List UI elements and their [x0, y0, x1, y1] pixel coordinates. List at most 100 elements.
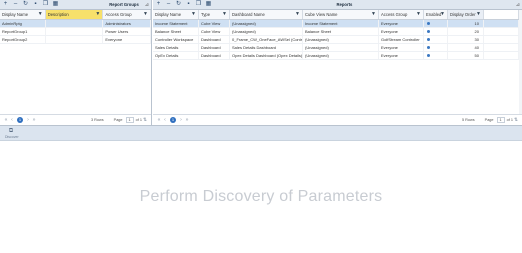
cell-enabled[interactable] [424, 36, 448, 43]
last-page-icon[interactable]: » [31, 117, 37, 123]
cell[interactable]: ReportGroup1 [0, 28, 46, 35]
refresh-icon[interactable]: ↻ [175, 1, 182, 8]
cell-dashboard-name[interactable]: (Unassigned) [230, 28, 303, 35]
cell-cube-view-name[interactable]: Income Statement [303, 20, 379, 27]
refresh-icon[interactable]: ↻ [22, 1, 29, 8]
column-header-dashboard-name[interactable]: Dashboard Name ▼ [230, 10, 303, 19]
column-header-access-group[interactable]: Access Group ▼ [379, 10, 424, 19]
column-header-enabled[interactable]: Enabled ▼ [424, 10, 448, 19]
cell[interactable]: ReportGroup2 [0, 36, 46, 43]
cell[interactable] [46, 20, 104, 27]
table-row[interactable]: ReportGroup2 Everyone [0, 36, 151, 44]
filter-icon[interactable]: ▼ [222, 10, 227, 19]
cell-access-group[interactable]: Everyone [379, 20, 424, 27]
page-input[interactable]: 1 [125, 116, 134, 123]
save-icon[interactable]: ▪ [185, 1, 192, 8]
cell-enabled[interactable] [424, 52, 448, 59]
cell-cube-view-name[interactable]: (Unassigned) [303, 36, 379, 43]
column-header-cube-view-name[interactable]: Cube View Name ▼ [303, 10, 379, 19]
cell-enabled[interactable] [424, 44, 448, 51]
column-header-type[interactable]: Type ▼ [199, 10, 230, 19]
copy-icon[interactable]: ❐ [42, 1, 49, 8]
add-icon[interactable]: + [2, 1, 9, 8]
filter-icon[interactable]: ▼ [295, 10, 300, 19]
cell-type[interactable]: Dashboard [199, 44, 230, 51]
last-page-icon[interactable]: » [184, 117, 190, 123]
cell-type[interactable]: Cube View [199, 28, 230, 35]
save-icon[interactable]: ▪ [32, 1, 39, 8]
cell-dashboard-name[interactable]: Sales Details Dashboard [230, 44, 303, 51]
cell-dashboard-name[interactable]: 0_Frame_CW_OneFace_AWSel (Contr) [230, 36, 303, 43]
table-row[interactable]: AdminRptg Administrators [0, 20, 151, 28]
column-header-display-order[interactable]: Display Order ▼ [448, 10, 484, 19]
cell-type[interactable]: Dashboard [199, 36, 230, 43]
discover-label: Discover [5, 135, 19, 139]
cell-display-name[interactable]: Sales Details [153, 44, 199, 51]
grid-settings-icon[interactable]: ▦ [205, 1, 212, 8]
remove-icon[interactable]: – [12, 1, 19, 8]
grid-settings-icon[interactable]: ▦ [52, 1, 59, 8]
table-row[interactable]: ReportGroup1 Power Users [0, 28, 151, 36]
prev-page-icon[interactable]: ‹ [162, 117, 168, 123]
table-row[interactable]: OpEx Details Dashboard Opex Details Dashbo… [153, 52, 522, 60]
cell[interactable]: Power Users [103, 28, 151, 35]
table-row[interactable]: Sales Details Dashboard Sales Details Dash… [153, 44, 522, 52]
filter-icon[interactable]: ▼ [476, 10, 481, 19]
prev-page-icon[interactable]: ‹ [9, 117, 15, 123]
discover-button[interactable]: ⧉ Discover [5, 128, 19, 139]
cell-display-order[interactable]: 20 [448, 28, 484, 35]
cell[interactable]: Administrators [103, 20, 151, 27]
cell-cube-view-name[interactable]: (Unassigned) [303, 44, 379, 51]
cell-access-group[interactable]: Everyone [379, 44, 424, 51]
cell-access-group[interactable]: Everyone [379, 52, 424, 59]
add-icon[interactable]: + [155, 1, 162, 8]
pin-icon[interactable]: ⊿ [145, 2, 149, 8]
cell-cube-view-name[interactable]: (Unassigned) [303, 52, 379, 59]
remove-icon[interactable]: – [165, 1, 172, 8]
page-stepper-icon[interactable]: ⇅ [142, 117, 148, 123]
cell-type[interactable]: Cube View [199, 20, 230, 27]
filter-icon[interactable]: ▼ [191, 10, 196, 19]
page-stepper-icon[interactable]: ⇅ [513, 117, 519, 123]
cell-enabled[interactable] [424, 20, 448, 27]
filter-icon[interactable]: ▼ [95, 10, 100, 19]
pin-icon[interactable]: ⊿ [516, 2, 520, 8]
current-page-button[interactable]: 1 [17, 116, 23, 123]
cell-dashboard-name[interactable]: Opex Details Dashboard (Opex Details) [230, 52, 303, 59]
cell-display-name[interactable]: OpEx Details [153, 52, 199, 59]
copy-icon[interactable]: ❐ [195, 1, 202, 8]
column-header-display-name[interactable]: Display Name ▼ [0, 10, 46, 19]
table-row[interactable]: Income Statement Cube View (Unassigned) Inc… [153, 20, 522, 28]
cell-display-order[interactable]: 30 [448, 36, 484, 43]
current-page-button[interactable]: 1 [170, 116, 176, 123]
parameters-toolbar: ⧉ Discover [0, 125, 522, 141]
cell[interactable] [46, 28, 104, 35]
cell-display-name[interactable]: Controller Workspace [153, 36, 199, 43]
cell-cube-view-name[interactable]: Balance Sheet [303, 28, 379, 35]
filter-icon[interactable]: ▼ [440, 10, 445, 19]
filter-icon[interactable]: ▼ [371, 10, 376, 19]
cell-dashboard-name[interactable]: (Unassigned) [230, 20, 303, 27]
cell-display-name[interactable]: Income Statement [153, 20, 199, 27]
cell[interactable] [46, 36, 104, 43]
cell-access-group[interactable]: GolfStream Controller [379, 36, 424, 43]
table-row[interactable]: Controller Workspace Dashboard 0_Frame_CW_… [153, 36, 522, 44]
cell-access-group[interactable]: Everyone [379, 28, 424, 35]
cell-type[interactable]: Dashboard [199, 52, 230, 59]
cell-enabled[interactable] [424, 28, 448, 35]
filter-icon[interactable]: ▼ [416, 10, 421, 19]
cell-display-name[interactable]: Balance Sheet [153, 28, 199, 35]
column-header-access-group[interactable]: Access Group ▼ [103, 10, 151, 19]
cell[interactable]: Everyone [103, 36, 151, 43]
panel-title: Reports [336, 2, 353, 7]
cell-display-order[interactable]: 50 [448, 52, 484, 59]
cell-display-order[interactable]: 10 [448, 20, 484, 27]
column-header-description[interactable]: Description ▼ [45, 10, 104, 19]
filter-icon[interactable]: ▼ [38, 10, 43, 19]
column-header-display-name[interactable]: Display Name ▼ [153, 10, 199, 19]
cell[interactable]: AdminRptg [0, 20, 46, 27]
page-input[interactable]: 1 [496, 116, 505, 123]
table-row[interactable]: Balance Sheet Cube View (Unassigned) Balanc… [153, 28, 522, 36]
filter-icon[interactable]: ▼ [143, 10, 148, 19]
cell-display-order[interactable]: 40 [448, 44, 484, 51]
